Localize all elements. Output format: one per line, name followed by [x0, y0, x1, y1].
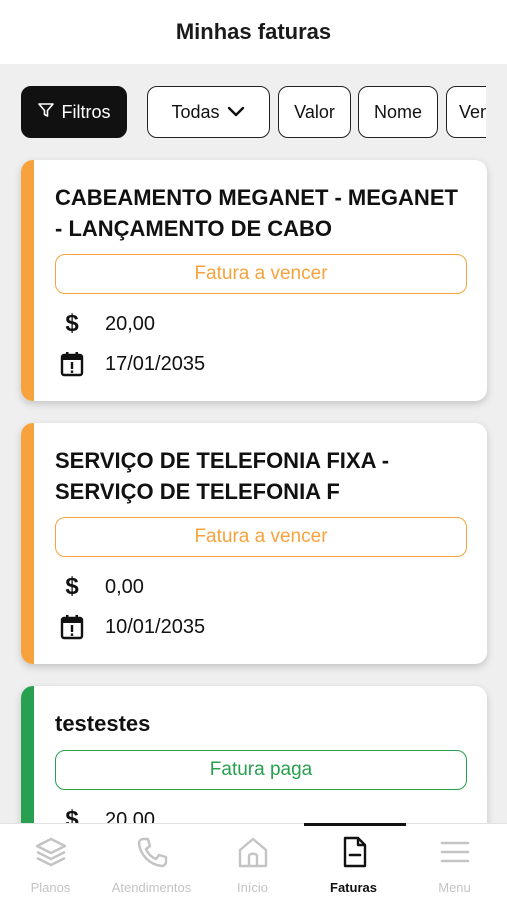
dollar-icon: $ [65, 573, 79, 600]
phone-icon [135, 824, 169, 873]
status-badge: Fatura paga [55, 750, 467, 790]
status-select[interactable]: Todas [147, 86, 270, 138]
tab-label: Atendimentos [111, 880, 192, 895]
page-title: Minhas faturas [175, 19, 332, 44]
tab-label: Planos [30, 880, 71, 895]
sort-value-button[interactable]: Valor [278, 86, 351, 138]
hamburger-menu-icon [438, 824, 472, 873]
sort-due-button[interactable]: Ven [446, 86, 486, 138]
tab-label: Faturas [330, 880, 377, 895]
sort-value-label: Valor [294, 101, 335, 122]
invoice-title: CABEAMENTO MEGANET - MEGANET - LANÇAMENT… [55, 185, 458, 241]
invoice-amount-row: $ 20,00 [59, 310, 155, 338]
top-app-bar: Minhas faturas [0, 0, 507, 64]
invoice-title: testestes [55, 711, 151, 736]
tab-atendimentos[interactable]: Atendimentos [101, 824, 202, 900]
status-accent-bar [21, 423, 34, 664]
tab-label: Início [236, 880, 269, 895]
dollar-icon: $ [65, 310, 79, 337]
invoice-amount-row: $ 0,00 [59, 573, 144, 601]
bottom-tab-bar: Planos Atendimentos Início Faturas Menu [0, 823, 507, 900]
tab-inicio[interactable]: Início [202, 824, 303, 900]
tab-planos[interactable]: Planos [0, 824, 101, 900]
active-tab-indicator [304, 823, 406, 826]
calendar-alert-icon [59, 350, 85, 378]
document-minus-icon [337, 824, 371, 873]
funnel-icon [37, 102, 54, 123]
filters-button-label: Filtros [61, 101, 111, 122]
calendar-alert-icon [59, 613, 85, 641]
status-select-value: Todas [171, 101, 220, 122]
invoice-card[interactable]: SERVIÇO DE TELEFONIA FIXA - SERVIÇO DE T… [21, 423, 487, 664]
status-badge: Fatura a vencer [55, 517, 467, 557]
sort-due-label: Ven [459, 101, 486, 122]
invoice-title: SERVIÇO DE TELEFONIA FIXA - SERVIÇO DE T… [55, 448, 390, 504]
invoice-card[interactable]: CABEAMENTO MEGANET - MEGANET - LANÇAMENT… [21, 160, 487, 401]
invoice-amount: 20,00 [105, 312, 156, 335]
tab-faturas[interactable]: Faturas [303, 824, 404, 900]
invoice-due-date: 17/01/2035 [105, 352, 206, 375]
chevron-down-icon [226, 102, 246, 123]
invoice-due-row: 10/01/2035 [59, 613, 205, 641]
status-accent-bar [21, 160, 34, 401]
sort-name-button[interactable]: Nome [358, 86, 438, 138]
invoice-amount: 0,00 [105, 575, 144, 598]
tab-label: Menu [438, 880, 471, 895]
sort-name-label: Nome [373, 101, 422, 122]
layers-icon [34, 824, 68, 873]
invoice-due-date: 10/01/2035 [105, 615, 206, 638]
home-icon [236, 824, 270, 873]
invoice-due-row: 17/01/2035 [59, 350, 205, 378]
status-badge: Fatura a vencer [55, 254, 467, 294]
filters-button[interactable]: Filtros [21, 86, 127, 138]
filter-bar: Filtros Todas Valor Nome Ven [21, 86, 486, 140]
tab-menu[interactable]: Menu [404, 824, 505, 900]
